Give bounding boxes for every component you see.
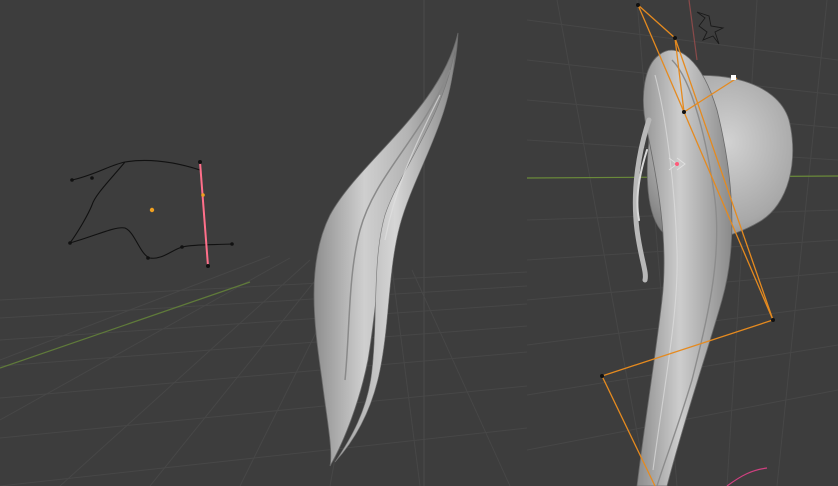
left-viewport-canvas[interactable]	[0, 0, 527, 486]
ponytail-mesh[interactable]	[632, 49, 733, 486]
empty-object[interactable]	[696, 11, 725, 45]
right-viewport[interactable]	[527, 0, 838, 486]
blender-window	[0, 0, 838, 486]
floor-grid	[0, 255, 527, 486]
curve-control-points[interactable]	[68, 176, 234, 260]
cursor-curve-fragment	[726, 467, 768, 486]
x-axis-line	[688, 0, 698, 61]
right-viewport-canvas[interactable]	[527, 0, 838, 486]
selected-handle-point[interactable]	[198, 160, 202, 164]
left-viewport[interactable]	[0, 0, 527, 486]
selected-handle-center[interactable]	[201, 193, 205, 197]
hair-strand-mesh[interactable]	[313, 32, 459, 467]
selected-bone-tip[interactable]	[731, 75, 736, 80]
selected-handle[interactable]	[199, 161, 209, 267]
curve-origin[interactable]	[149, 207, 155, 213]
selected-handle-point-end[interactable]	[206, 264, 210, 268]
